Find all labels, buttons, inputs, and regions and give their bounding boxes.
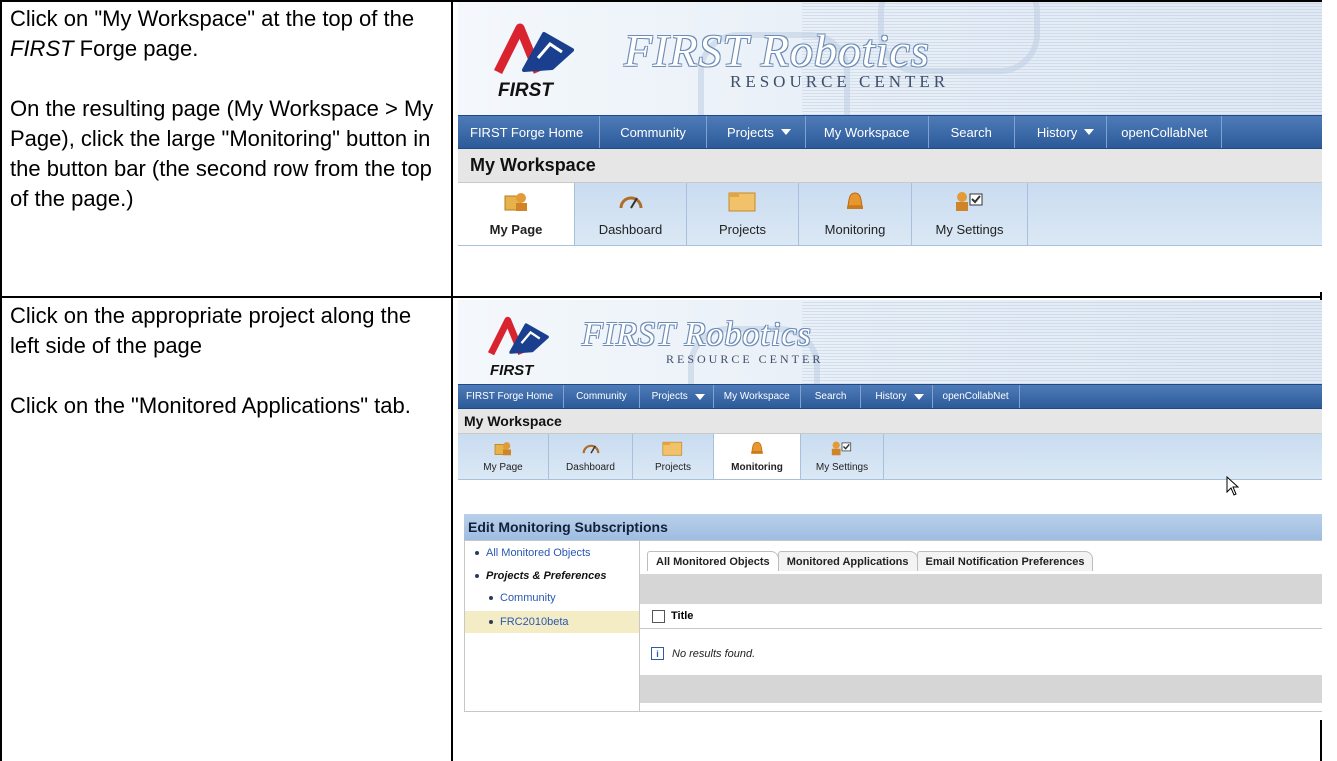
sidebar-item-projects-preferences: Projects & Preferences (475, 570, 606, 582)
tab-monitored-applications[interactable]: Monitored Applications (777, 551, 918, 571)
nav-first-forge-home[interactable]: FIRST Forge Home (458, 385, 565, 408)
banner-stripes (802, 300, 1322, 384)
dashboard-icon (582, 444, 599, 454)
button-monitoring[interactable]: Monitoring (799, 183, 912, 245)
monitoring-bell-icon (847, 192, 863, 209)
instruction-table: Click on "My Workspace" at the top of th… (0, 0, 1337, 761)
row1-paragraph2: On the resulting page (My Workspace > My… (10, 96, 434, 211)
nav-first-forge-home[interactable]: FIRST Forge Home (458, 116, 601, 148)
monitoring-sidebar: All Monitored Objects Projects & Prefere… (465, 541, 640, 711)
first-robotics-title: FIRST Robotics (624, 25, 930, 76)
row2-paragraph1: Click on the appropriate project along t… (10, 303, 412, 358)
nav-search[interactable]: Search (929, 116, 1015, 148)
tab-email-notification-preferences[interactable]: Email Notification Preferences (916, 551, 1094, 571)
button-my-settings[interactable]: My Settings (912, 183, 1028, 245)
select-all-checkbox[interactable] (652, 609, 665, 623)
my-page-icon (494, 442, 511, 456)
page-title: My Workspace (458, 149, 1322, 183)
page-title: My Workspace (458, 409, 1322, 434)
button-dashboard[interactable]: Dashboard (549, 434, 633, 479)
button-projects[interactable]: Projects (633, 434, 714, 479)
row1-instructions: Click on "My Workspace" at the top of th… (10, 4, 440, 244)
chevron-down-icon (913, 393, 924, 400)
bullet-icon (475, 551, 479, 555)
button-monitoring[interactable]: Monitoring (714, 434, 801, 479)
resource-center-subtitle: RESOURCE CENTER (666, 352, 824, 366)
tab-content-toolbar (640, 574, 1322, 604)
sidebar-item-frc2010beta[interactable]: FRC2010beta (465, 611, 639, 633)
info-icon: i (651, 647, 664, 660)
projects-folder-icon (728, 192, 755, 212)
chevron-down-icon (1084, 129, 1095, 135)
chevron-down-icon (780, 129, 791, 135)
button-my-page[interactable]: My Page (458, 434, 549, 479)
row1-paragraph1: Click on "My Workspace" at the top of th… (10, 6, 415, 61)
first-wordmark: FIRST (490, 362, 534, 379)
button-dashboard[interactable]: Dashboard (575, 183, 687, 245)
nav-my-workspace[interactable]: My Workspace (806, 116, 929, 148)
nav-projects[interactable]: Projects (707, 116, 806, 148)
nav-opencollabnet[interactable]: openCollabNet (1107, 116, 1223, 148)
table-row-divider (0, 296, 1322, 298)
button-my-page[interactable]: My Page (458, 183, 575, 245)
table-column-divider (451, 0, 453, 761)
first-logo-icon (494, 23, 574, 75)
row2-instructions: Click on the appropriate project along t… (10, 301, 440, 451)
nav-my-workspace[interactable]: My Workspace (714, 385, 801, 408)
resource-center-subtitle: RESOURCE CENTER (730, 72, 950, 91)
results-footer (640, 675, 1322, 703)
main-nav: FIRST Forge Home Community Projects My W… (458, 384, 1322, 409)
results-header-row: Title (640, 604, 1322, 629)
tab-all-monitored-objects[interactable]: All Monitored Objects (647, 551, 779, 571)
nav-community[interactable]: Community (564, 385, 640, 408)
nav-opencollabnet[interactable]: openCollabNet (933, 385, 1020, 408)
nav-history[interactable]: History (1015, 116, 1108, 148)
bullet-icon (489, 620, 493, 624)
nav-history[interactable]: History (861, 385, 933, 408)
table-border-left (0, 0, 2, 761)
screenshot-monitoring: FIRST FIRST Robotics RESOURCE CENTER FIR… (458, 300, 1322, 720)
first-logo-icon (488, 316, 549, 356)
button-projects[interactable]: Projects (687, 183, 799, 245)
bullet-icon (475, 574, 479, 578)
settings-checkbox-icon (955, 192, 982, 211)
nav-projects[interactable]: Projects (640, 385, 714, 408)
monitoring-tabs: All Monitored Objects Monitored Applicat… (647, 551, 1094, 571)
button-my-settings[interactable]: My Settings (801, 434, 884, 479)
site-banner: FIRST FIRST Robotics RESOURCE CENTER (458, 2, 1322, 115)
sidebar-item-all-monitored[interactable]: All Monitored Objects (475, 547, 591, 559)
nav-search[interactable]: Search (801, 385, 862, 408)
dashboard-icon (619, 196, 642, 209)
sidebar-item-community[interactable]: Community (489, 592, 556, 604)
monitoring-bell-icon (751, 441, 763, 454)
mouse-cursor-icon (1226, 476, 1240, 496)
monitoring-panel: All Monitored Objects Projects & Prefere… (464, 540, 1322, 712)
chevron-down-icon (694, 393, 705, 400)
workspace-button-bar: My Page Dashboard Projects Monitoring My… (458, 434, 1322, 480)
projects-folder-icon (662, 441, 683, 456)
first-robotics-title: FIRST Robotics (582, 316, 812, 353)
nav-community[interactable]: Community (600, 116, 707, 148)
first-wordmark: FIRST (498, 80, 553, 101)
settings-checkbox-icon (831, 441, 852, 456)
main-nav: FIRST Forge Home Community Projects My W… (458, 115, 1322, 149)
no-results-message: i No results found. (651, 647, 755, 660)
row2-paragraph2: Click on the "Monitored Applications" ta… (10, 393, 411, 418)
edit-monitoring-header: Edit Monitoring Subscriptions (464, 514, 1322, 540)
my-page-icon (504, 193, 527, 211)
bullet-icon (489, 596, 493, 600)
column-title[interactable]: Title (671, 610, 693, 622)
site-banner: FIRST FIRST Robotics RESOURCE CENTER (458, 300, 1322, 384)
workspace-button-bar: My Page Dashboard Projects Monitoring My… (458, 183, 1322, 246)
screenshot-my-workspace: FIRST FIRST Robotics RESOURCE CENTER FIR… (458, 2, 1322, 292)
